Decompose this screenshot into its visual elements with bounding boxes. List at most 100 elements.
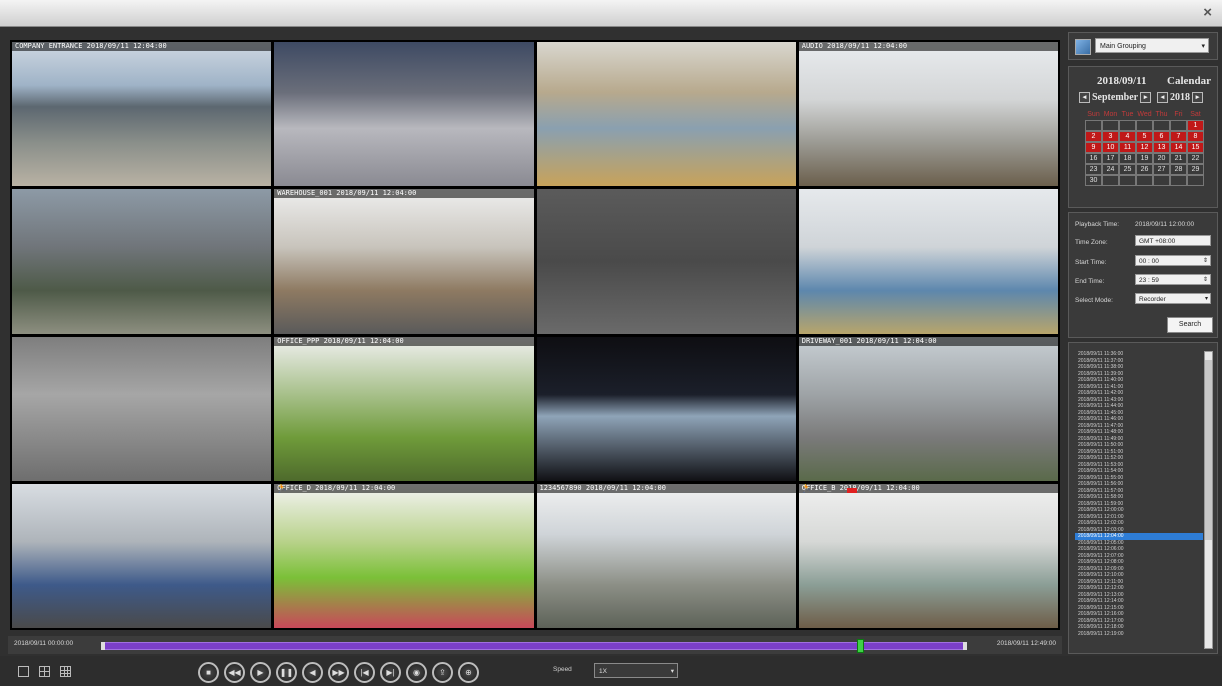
calendar-weekday: Mon — [1103, 111, 1118, 118]
camera-tile[interactable] — [12, 336, 272, 481]
camera-tile[interactable]: WAREHOUSE_001 2018/09/11 12:04:00 — [274, 189, 534, 334]
timeline-knob[interactable] — [857, 639, 865, 653]
snapshot-button[interactable]: ◉ — [406, 662, 427, 683]
camera-tile[interactable]: AUDIO 2018/09/11 12:04:00 — [798, 42, 1058, 187]
camera-osd-text: AUDIO 2018/09/11 12:04:00 — [798, 42, 1058, 51]
camera-tile[interactable]: 1234567890 2018/09/11 12:04:00 — [536, 483, 796, 628]
timeline-bar: 2018/09/11 00:00:00 2018/09/11 12:49:00 — [8, 636, 1062, 654]
frame-back-button[interactable]: |◀ — [354, 662, 375, 683]
frame-forward-button[interactable]: ▶| — [380, 662, 401, 683]
camera-tile[interactable]: OFFICE_D 2018/09/11 12:04:00 🏃 — [274, 483, 534, 628]
calendar-day[interactable]: 27 — [1153, 164, 1170, 175]
stop-button[interactable]: ■ — [198, 662, 219, 683]
calendar-day — [1153, 120, 1170, 131]
record-scrollbar[interactable] — [1204, 351, 1213, 649]
calendar-day[interactable]: 29 — [1187, 164, 1204, 175]
spinner-icon[interactable]: ⇕ — [1203, 256, 1208, 267]
calendar-day[interactable]: 10 — [1102, 142, 1119, 153]
calendar-day[interactable]: 19 — [1136, 153, 1153, 164]
camera-tile[interactable] — [798, 189, 1058, 334]
calendar-day[interactable]: 21 — [1170, 153, 1187, 164]
camera-tile[interactable]: OFFICE_B 2018/09/11 12:04:00 🏃 — [798, 483, 1058, 628]
layout-3x3-icon[interactable] — [60, 666, 71, 677]
end-time-field[interactable]: 23 : 59 ⇕ — [1135, 274, 1211, 285]
zoom-button[interactable]: ⊕ — [458, 662, 479, 683]
start-time-field[interactable]: 00 : 00 ⇕ — [1135, 255, 1211, 266]
calendar-day[interactable]: 7 — [1170, 131, 1187, 142]
group-select[interactable]: Main Grouping ▾ — [1095, 38, 1209, 53]
slow-button[interactable]: ◀ — [302, 662, 323, 683]
speed-select[interactable]: 1X ▾ — [594, 663, 678, 678]
next-month-button[interactable]: ▸ — [1140, 91, 1152, 103]
prev-month-button[interactable]: ◂ — [1079, 91, 1090, 103]
calendar-weekday: Thu — [1155, 111, 1168, 118]
calendar-weekday: Sat — [1190, 111, 1201, 118]
layout-1x1-icon[interactable] — [18, 666, 29, 677]
timeline-track[interactable] — [101, 639, 967, 653]
camera-grid: COMPANY ENTRANCE 2018/09/11 12:04:00 AUDI… — [10, 40, 1060, 630]
camera-tile[interactable] — [12, 189, 272, 334]
spinner-icon[interactable]: ⇕ — [1203, 275, 1208, 286]
record-list[interactable]: 2018/09/11 11:36:00 2018/09/11 11:37:00 20… — [1075, 351, 1203, 647]
camera-tile[interactable] — [12, 483, 272, 628]
calendar-day[interactable]: 13 — [1153, 142, 1170, 153]
camera-tile[interactable] — [274, 42, 534, 187]
time-zone-field[interactable]: GMT +08:00 — [1135, 235, 1211, 246]
camera-osd-text: DRIVEWAY_001 2018/09/11 12:04:00 — [798, 336, 1058, 346]
rewind-button[interactable]: ◀◀ — [224, 662, 245, 683]
play-button[interactable]: ▶ — [250, 662, 271, 683]
layout-2x2-icon[interactable] — [39, 666, 50, 677]
close-icon[interactable]: × — [1203, 4, 1212, 21]
calendar-day[interactable]: 4 — [1119, 131, 1136, 142]
calendar-day — [1102, 120, 1119, 131]
playback-time-value: 2018/09/11 12:00:00 — [1135, 221, 1195, 228]
calendar-day[interactable]: 5 — [1136, 131, 1153, 142]
calendar-day[interactable]: 11 — [1119, 142, 1136, 153]
calendar-day[interactable]: 6 — [1153, 131, 1170, 142]
calendar-day — [1085, 120, 1102, 131]
camera-tile[interactable] — [536, 189, 796, 334]
calendar-day — [1170, 175, 1187, 186]
calendar-day[interactable]: 17 — [1102, 153, 1119, 164]
calendar-day[interactable]: 12 — [1136, 142, 1153, 153]
prev-year-button[interactable]: ◂ — [1157, 91, 1168, 103]
export-button[interactable]: ⇪ — [432, 662, 453, 683]
calendar-day[interactable]: 22 — [1187, 153, 1204, 164]
calendar-day[interactable]: 20 — [1153, 153, 1170, 164]
calendar-day[interactable]: 8 — [1187, 131, 1204, 142]
search-button[interactable]: Search — [1167, 317, 1213, 333]
calendar-day[interactable]: 25 — [1119, 164, 1136, 175]
calendar-day[interactable]: 28 — [1170, 164, 1187, 175]
select-mode-label: Select Mode: — [1075, 297, 1113, 304]
camera-tile[interactable] — [536, 336, 796, 481]
chevron-down-icon: ▾ — [1201, 43, 1205, 50]
camera-tile[interactable]: DRIVEWAY_001 2018/09/11 12:04:00 — [798, 336, 1058, 481]
calendar-day[interactable]: 26 — [1136, 164, 1153, 175]
start-time-value: 00 : 00 — [1139, 258, 1159, 265]
camera-tile[interactable] — [536, 42, 796, 187]
camera-tile[interactable]: OFFICE_PPP 2018/09/11 12:04:00 — [274, 336, 534, 481]
calendar-day[interactable]: 14 — [1170, 142, 1187, 153]
scrollbar-thumb[interactable] — [1205, 360, 1212, 540]
calendar-day[interactable]: 3 — [1102, 131, 1119, 142]
select-mode-field[interactable]: Recorder ▾ — [1135, 293, 1211, 304]
record-item[interactable]: 2018/09/11 12:19:00 — [1075, 631, 1203, 638]
next-year-button[interactable]: ▸ — [1192, 91, 1203, 103]
motion-alert-icon: 🏃 — [800, 483, 812, 493]
calendar-title: Calendar — [1167, 75, 1211, 87]
calendar-day[interactable]: 18 — [1119, 153, 1136, 164]
speed-label: Speed — [553, 666, 572, 673]
camera-tile[interactable]: COMPANY ENTRANCE 2018/09/11 12:04:00 — [12, 42, 272, 187]
pause-button[interactable]: ❚❚ — [276, 662, 297, 683]
calendar-day[interactable]: 30 — [1085, 175, 1102, 186]
calendar-day[interactable]: 15 — [1187, 142, 1204, 153]
calendar-day[interactable]: 2 — [1085, 131, 1102, 142]
calendar-day[interactable]: 9 — [1085, 142, 1102, 153]
calendar-day[interactable]: 23 — [1085, 164, 1102, 175]
fast-button[interactable]: ▶▶ — [328, 662, 349, 683]
records-panel: 2018/09/11 11:36:00 2018/09/11 11:37:00 20… — [1068, 342, 1218, 654]
calendar-day[interactable]: 1 — [1187, 120, 1204, 131]
calendar-day[interactable]: 16 — [1085, 153, 1102, 164]
calendar-day[interactable]: 24 — [1102, 164, 1119, 175]
calendar-panel: 2018/09/11 Calendar ◂ September ▸ ◂ 2018… — [1068, 66, 1218, 208]
